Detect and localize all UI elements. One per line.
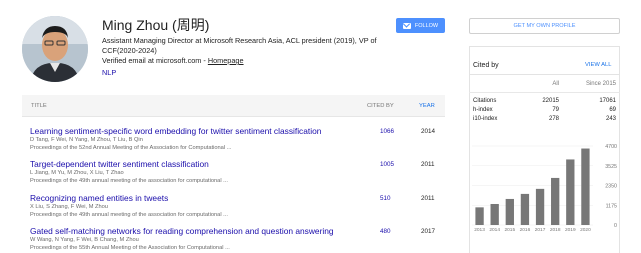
x-tick-label: 2015 <box>504 227 515 233</box>
stat-label: h-index <box>473 107 493 113</box>
cited-by-count-link[interactable]: 510 <box>380 195 391 202</box>
article-authors: L Jiang, M Yu, M Zhou, X Liu, T Zhao <box>30 170 124 176</box>
article-venue: Proceedings of the 49th annual meeting o… <box>30 212 228 218</box>
x-tick-label: 2016 <box>520 227 531 233</box>
article-title-link[interactable]: Gated self-matching networks for reading… <box>30 226 334 236</box>
cited-by-title: Cited by <box>473 62 499 69</box>
article-title-link[interactable]: Target-dependent twitter sentiment class… <box>30 159 209 169</box>
profile-affiliation: Assistant Managing Director at Microsoft… <box>102 36 377 55</box>
citation-bar-2018[interactable] <box>551 177 560 225</box>
article-authors: X Liu, S Zhang, F Wei, M Zhou <box>30 204 108 210</box>
citation-bar-2013[interactable] <box>475 207 484 225</box>
profile-email: Verified email at microsoft.com - Homepa… <box>102 56 244 65</box>
table-row: Gated self-matching networks for reading… <box>22 226 445 253</box>
citation-bar-2020[interactable] <box>581 148 590 225</box>
x-tick-label: 2018 <box>550 227 561 233</box>
y-tick-label: 4700 <box>605 144 617 150</box>
interest-link[interactable]: NLP <box>102 68 116 77</box>
col-year-header[interactable]: YEAR <box>419 103 435 109</box>
article-authors: W Wang, N Yang, F Wei, B Chang, M Zhou <box>30 237 139 243</box>
y-tick-label: 3525 <box>605 164 617 170</box>
stat-since: 17061 <box>599 98 616 104</box>
citation-bar-2015[interactable] <box>505 198 514 225</box>
divider <box>469 92 620 93</box>
cited-by-count-link[interactable]: 480 <box>380 228 391 235</box>
table-row: Recognizing named entities in tweets X L… <box>22 193 445 227</box>
cited-by-count-link[interactable]: 1066 <box>380 128 394 135</box>
mail-icon <box>402 22 411 29</box>
y-tick-label: 2350 <box>605 184 617 190</box>
view-all-link[interactable]: VIEW ALL <box>585 62 611 68</box>
citation-bar-2019[interactable] <box>566 159 575 225</box>
x-tick-label: 2014 <box>489 227 500 233</box>
article-year: 2011 <box>421 195 435 202</box>
stat-since: 243 <box>605 116 616 122</box>
stat-since: 69 <box>609 107 616 113</box>
col-cited-by-header[interactable]: CITED BY <box>367 103 394 109</box>
y-tick-label: 1175 <box>606 203 617 209</box>
cited-by-count-link[interactable]: 1005 <box>380 161 394 168</box>
article-year: 2011 <box>421 161 435 168</box>
x-tick-label: 2013 <box>474 227 485 233</box>
stats-header-all: All <box>552 81 559 87</box>
article-title-link[interactable]: Learning sentiment-specific word embeddi… <box>30 126 321 136</box>
y-tick-label: 0 <box>614 223 617 229</box>
x-tick-label: 2019 <box>565 227 576 233</box>
articles-table-header: TITLE CITED BY YEAR <box>22 95 445 117</box>
stat-label: Citations <box>473 98 497 104</box>
citations-bar-chart: 0 1175 2350 3525 4700 2013 2014 2015 2016 2017 201… <box>472 144 617 233</box>
stat-label: i10-index <box>473 116 498 122</box>
stat-all: 22015 <box>542 98 559 104</box>
email-text: Verified email at microsoft.com - <box>102 56 208 65</box>
avatar[interactable] <box>22 16 88 82</box>
col-title-header[interactable]: TITLE <box>31 103 47 109</box>
article-year: 2017 <box>421 228 436 235</box>
article-venue: Proceedings of the 52nd Annual Meeting o… <box>30 145 232 151</box>
stat-all: 79 <box>552 107 559 113</box>
stat-all: 278 <box>548 116 559 122</box>
citation-bar-2017[interactable] <box>535 188 545 225</box>
divider <box>469 74 620 75</box>
stats-header-since: Since 2015 <box>585 81 616 87</box>
article-venue: Proceedings of the 55th Annual Meeting o… <box>30 245 230 251</box>
follow-label: FOLLOW <box>414 22 439 29</box>
get-my-own-profile-button[interactable]: GET MY OWN PROFILE <box>469 18 620 34</box>
x-tick-label: 2017 <box>535 227 546 233</box>
article-authors: D Tang, F Wei, N Yang, M Zhou, T Liu, B … <box>30 137 143 143</box>
profile-name: Ming Zhou (周明) <box>102 17 210 33</box>
table-row: Target-dependent twitter sentiment class… <box>22 159 445 193</box>
homepage-link[interactable]: Homepage <box>208 56 244 65</box>
table-row: Learning sentiment-specific word embeddi… <box>22 126 445 160</box>
x-tick-label: 2020 <box>580 227 591 233</box>
citation-bar-2016[interactable] <box>520 193 530 225</box>
follow-button[interactable]: FOLLOW <box>396 18 445 33</box>
article-year: 2014 <box>421 128 436 135</box>
article-venue: Proceedings of the 49th annual meeting o… <box>30 178 228 184</box>
citation-bar-2014[interactable] <box>490 203 499 225</box>
article-title-link[interactable]: Recognizing named entities in tweets <box>30 193 168 203</box>
